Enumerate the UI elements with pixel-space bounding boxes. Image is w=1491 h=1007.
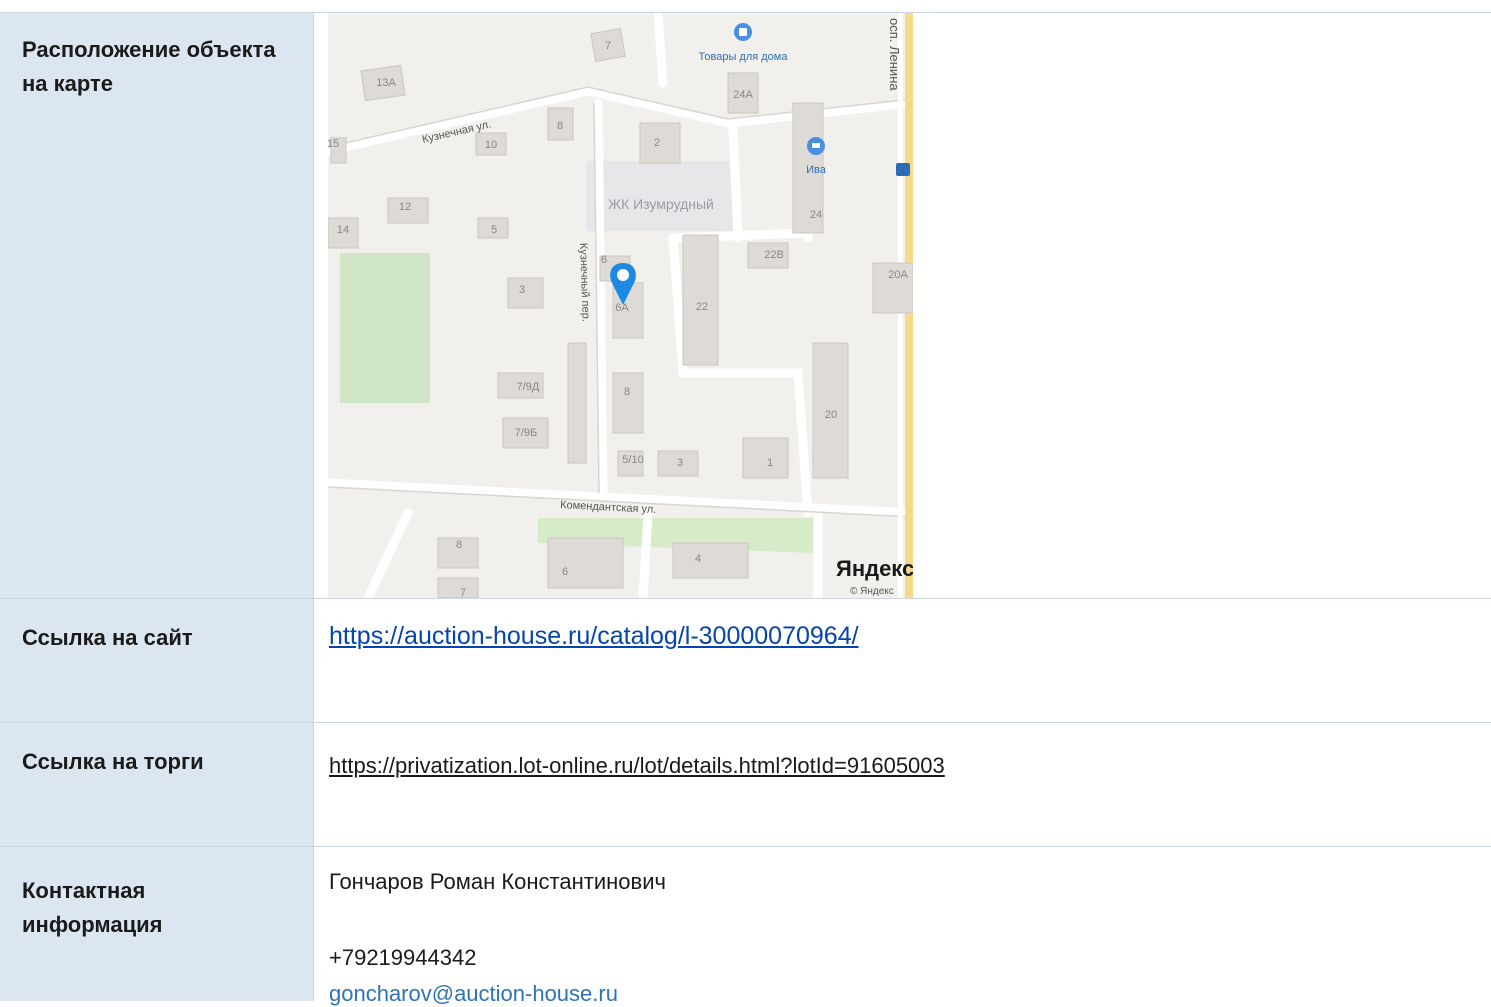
building-label: 24А [733,89,753,101]
building-label: 7/9Д [517,381,540,393]
building-label: 5 [491,224,497,236]
location-map[interactable]: 7 13А 10 8 15 24А 2 12 14 5 24 22В 20А 3… [328,13,913,598]
shopping-bag-icon[interactable] [734,23,752,41]
site-link-row: Ссылка на сайт https://auction-house.ru/… [0,598,1491,723]
street-label-prospect: осп. Ленина [887,18,902,91]
building-label: 22 [696,301,708,313]
building-label: 4 [695,553,701,565]
poi-label-goods: Товары для дома [699,51,789,63]
poi-label-iva: Ива [806,164,827,176]
building-label: 20 [825,409,837,421]
contact-cell: Гончаров Роман Константинович +792199443… [315,847,1491,1006]
contact-name: Гончаров Роман Константинович [329,869,666,894]
info-table: Расположение объекта на карте 7 13А 10 8… [0,12,1491,1006]
auction-link-row: Ссылка на торги https://privatization.lo… [0,722,1491,847]
building-label: 7 [460,587,466,598]
site-link-cell: https://auction-house.ru/catalog/l-30000… [315,599,1491,723]
building-label: 14 [337,224,349,236]
complex-label: ЖК Изумрудный [608,196,714,212]
map-row-label: Расположение объекта на карте [0,13,314,598]
map-canvas: 7 13А 10 8 15 24А 2 12 14 5 24 22В 20А 3… [328,13,913,598]
building-label: 24 [810,209,822,221]
park-area [340,253,430,403]
building-label: 8 [557,120,563,132]
building-label: 13А [376,77,396,89]
building-label: 6 [562,566,568,578]
building-label: 7 [605,40,611,52]
building-label: 22В [764,249,784,261]
bus-stop-icon[interactable] [896,163,910,176]
building-label: 8 [624,386,630,398]
site-link-label-text: Ссылка на сайт [22,625,193,650]
building-label: 20А [888,269,908,281]
building-label: 2 [654,137,660,149]
site-link[interactable]: https://auction-house.ru/catalog/l-30000… [329,622,859,651]
contact-email[interactable]: goncharov@auction-house.ru [329,981,618,1007]
building-label: 7/9Б [515,427,538,439]
building-label: 1 [767,457,773,469]
map-row: Расположение объекта на карте 7 13А 10 8… [0,13,1491,598]
building-label: 15 [328,138,339,150]
yandex-logo: Яндекс [836,556,913,581]
auction-link-label-text: Ссылка на торги [22,749,204,774]
building-label: 8 [456,539,462,551]
building-label: 5/10 [622,454,643,466]
building-label: 12 [399,201,411,213]
contact-row: Контактная информация Гончаров Роман Кон… [0,846,1491,1006]
building-label: 3 [677,457,683,469]
contact-label: Контактная информация [0,847,314,1001]
contact-phone: +79219944342 [329,945,477,970]
building-label: 6А [615,302,629,314]
building-label: 10 [485,139,497,151]
auction-link-label: Ссылка на торги [0,723,314,847]
yandex-copyright: © Яндекс [850,586,894,597]
auction-link[interactable]: https://privatization.lot-online.ru/lot/… [329,753,945,779]
building-label: 3 [519,284,525,296]
cart-icon[interactable] [807,137,825,155]
contact-label-text: Контактная информация [22,878,163,937]
building-label: 6 [601,254,607,266]
map-row-label-text: Расположение объекта на карте [22,37,276,96]
auction-link-cell: https://privatization.lot-online.ru/lot/… [315,723,1491,847]
site-link-label: Ссылка на сайт [0,599,314,723]
